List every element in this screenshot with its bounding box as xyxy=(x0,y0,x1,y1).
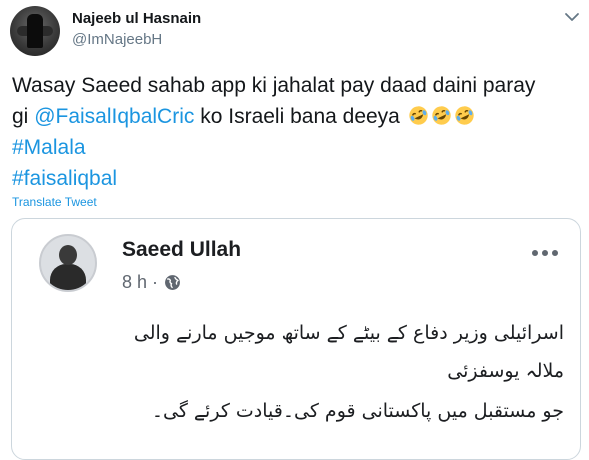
post-meta: 8 h · xyxy=(122,272,181,293)
tweet-text-fragment: gi xyxy=(12,105,35,128)
post-author-name[interactable]: Saeed Ullah xyxy=(122,238,241,262)
meta-separator: · xyxy=(152,272,159,292)
more-options-icon[interactable] xyxy=(530,249,560,257)
tweet-text-fragment: ko Israeli bana deeya xyxy=(194,105,400,128)
post-text-line: اسرائیلی وزیر دفاع کے بیٹے کے ساتھ موجیں… xyxy=(133,322,564,344)
rolling-laughing-emoji-icon xyxy=(409,106,428,125)
tweet-author-avatar[interactable] xyxy=(10,6,60,56)
rolling-laughing-emoji-icon xyxy=(432,106,451,125)
globe-icon xyxy=(165,275,180,290)
rolling-laughing-emoji-icon xyxy=(455,106,474,125)
tweet-text: Wasay Saeed sahab app ki jahalat pay daa… xyxy=(12,70,582,194)
post-time[interactable]: 8 h xyxy=(122,272,147,293)
translate-tweet-link[interactable]: Translate Tweet xyxy=(12,195,97,209)
hashtag-link[interactable]: #faisaliqbal xyxy=(12,163,582,194)
tweet-author-handle[interactable]: @ImNajeebH xyxy=(72,31,162,48)
chevron-down-icon[interactable] xyxy=(564,11,580,23)
tweet-text-line: gi @FaisalIqbalCric ko Israeli bana deey… xyxy=(12,101,582,132)
tweet-author-name[interactable]: Najeeb ul Hasnain xyxy=(72,10,201,27)
post-author-avatar[interactable] xyxy=(39,234,97,292)
tweet-text-line: Wasay Saeed sahab app ki jahalat pay daa… xyxy=(12,74,536,97)
mention-link[interactable]: @FaisalIqbalCric xyxy=(34,105,194,128)
post-text-line: ملالہ یوسفزئی xyxy=(447,360,564,382)
embedded-facebook-post[interactable]: Saeed Ullah 8 h · اسرائیلی وزیر دفاع کے … xyxy=(11,218,581,460)
hashtag-link[interactable]: #Malala xyxy=(12,132,582,163)
post-text-line: جو مستقبل میں پاکستانی قوم کی۔قیادت کرئے… xyxy=(151,400,564,422)
